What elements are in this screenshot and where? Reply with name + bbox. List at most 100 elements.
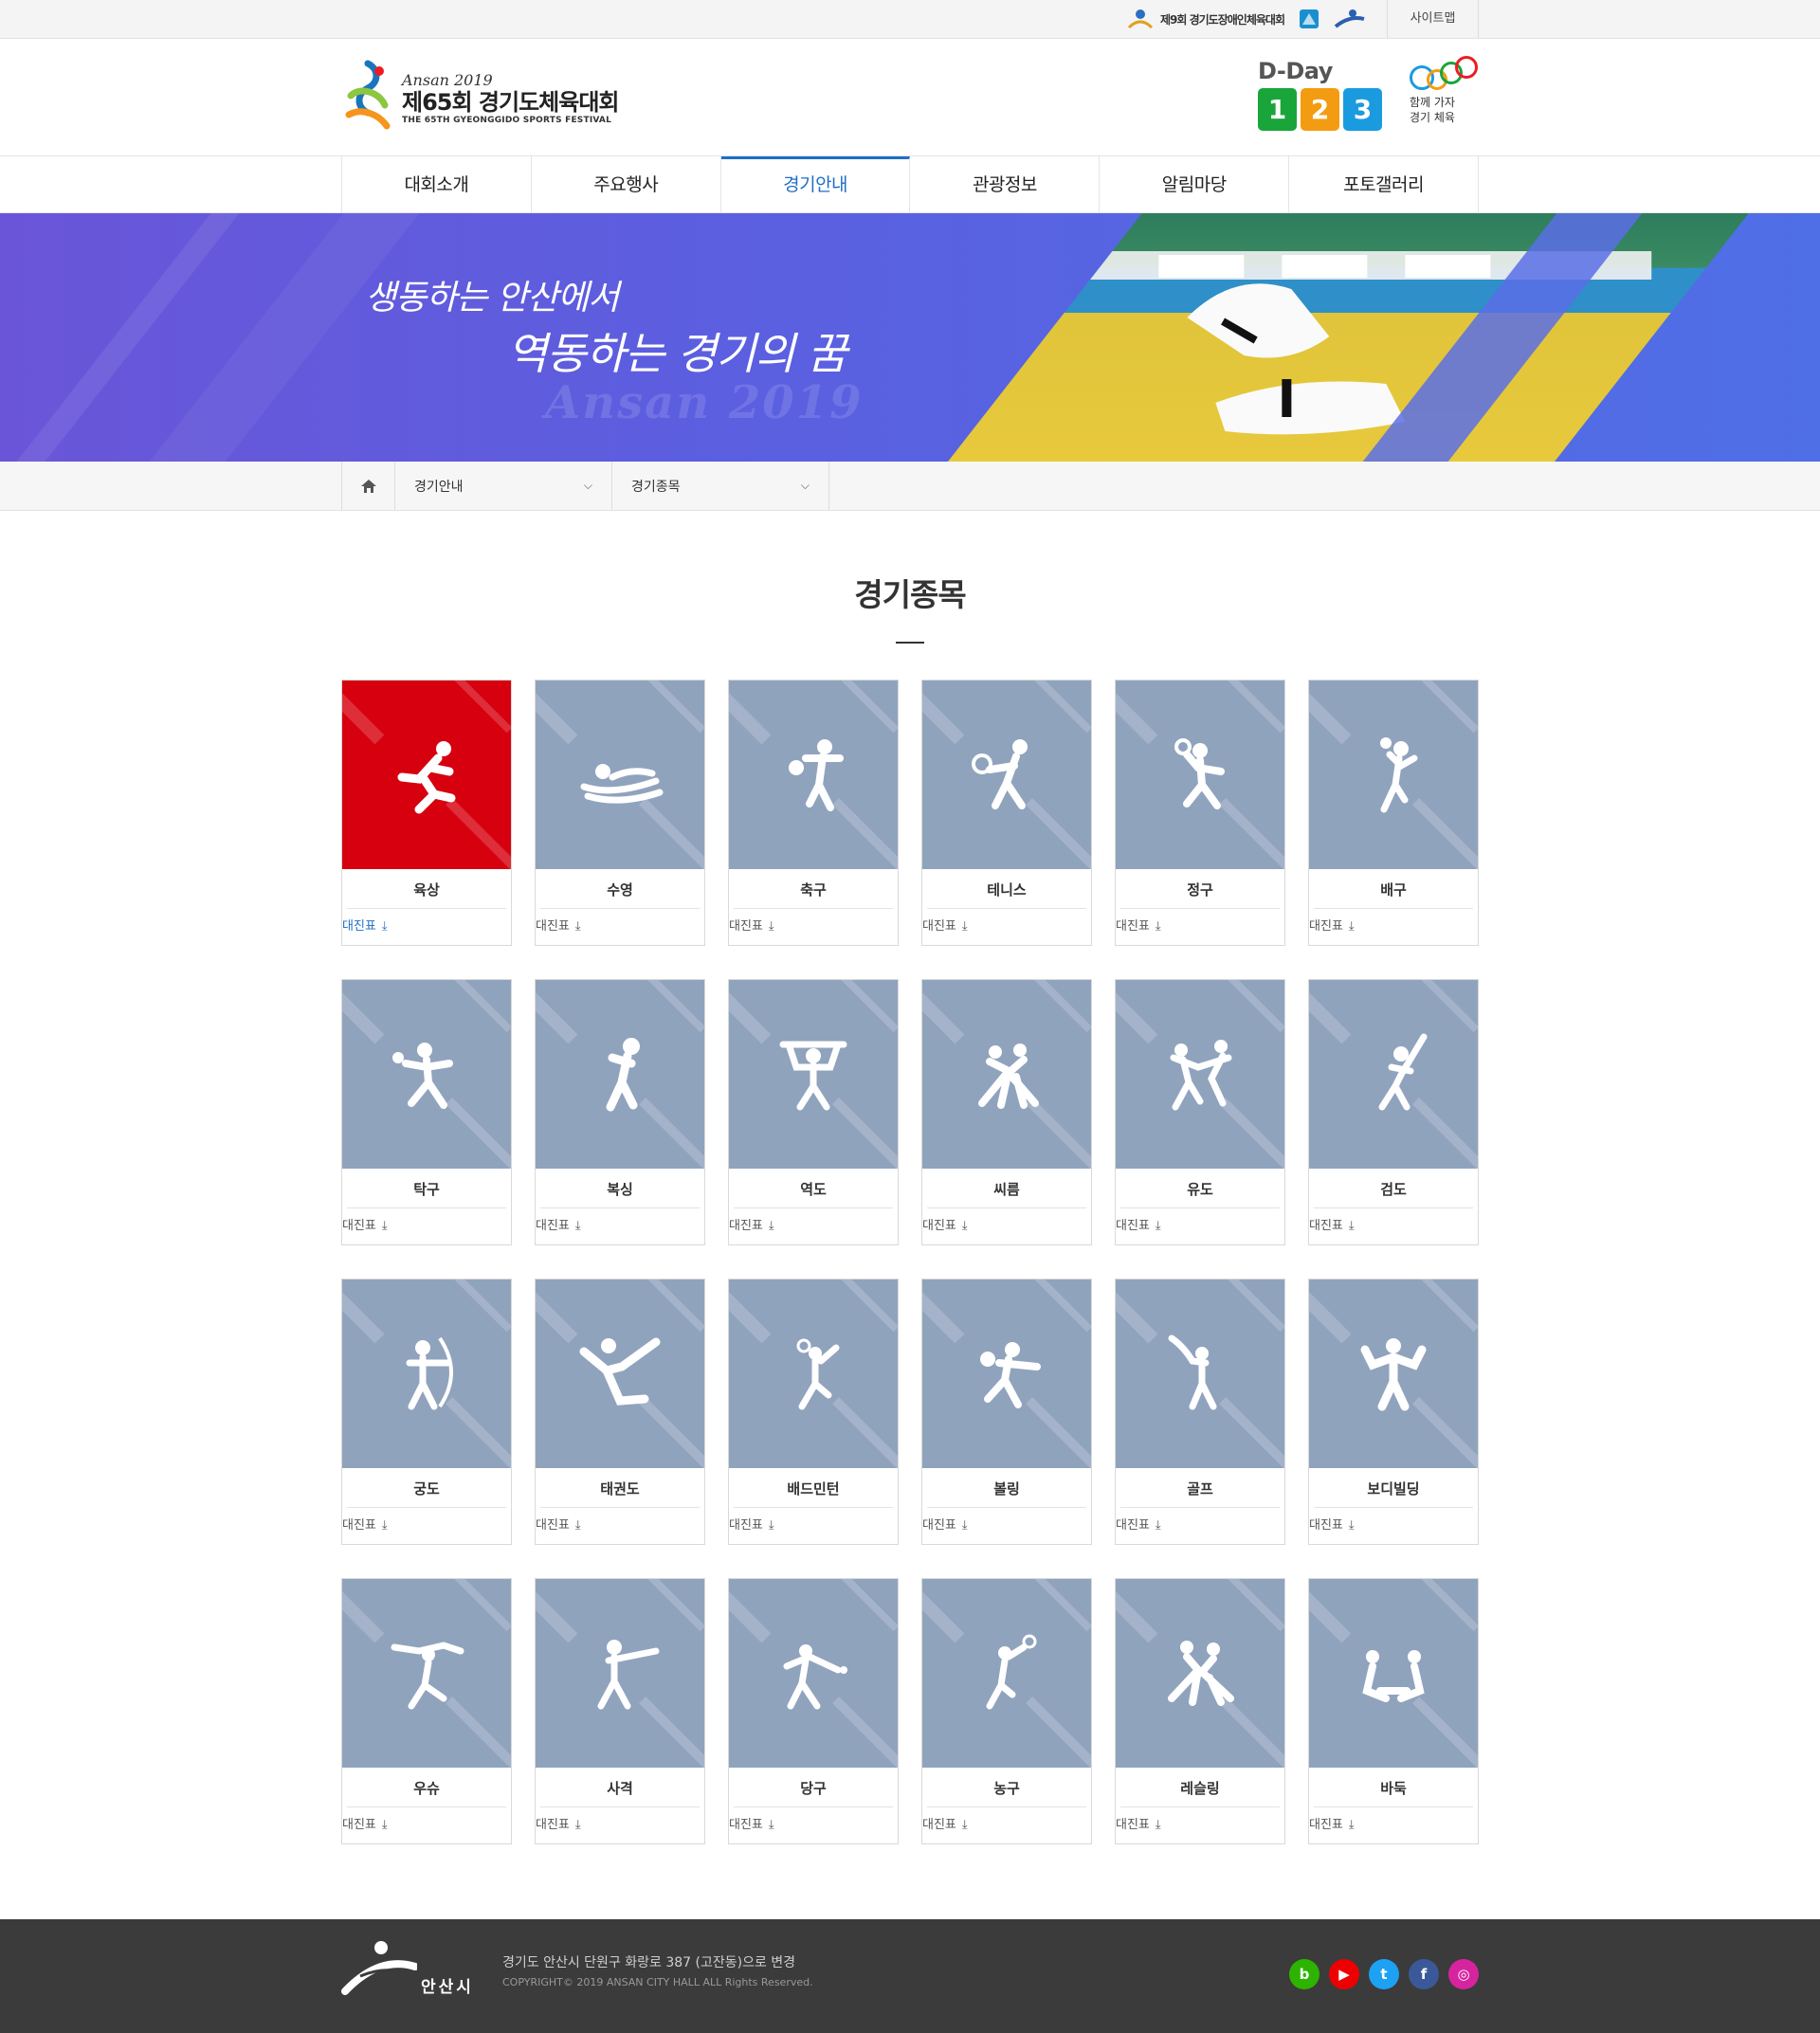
- bracket-download-link[interactable]: 대진표 ⤓: [1309, 1518, 1355, 1533]
- bracket-download-link[interactable]: 대진표 ⤓: [922, 1518, 968, 1533]
- nav-item-about[interactable]: 대회소개: [342, 156, 532, 213]
- sport-pictogram[interactable]: [536, 1280, 704, 1468]
- bracket-download-link[interactable]: 대진표 ⤓: [1309, 919, 1355, 934]
- bracket-download-link[interactable]: 대진표 ⤓: [922, 919, 968, 934]
- sport-card[interactable]: 복싱대진표 ⤓: [535, 979, 705, 1245]
- breadcrumb-select-level1[interactable]: 경기안내 ⌵: [395, 462, 612, 510]
- sport-card[interactable]: 검도 대진표 ⤓: [1308, 979, 1479, 1245]
- bracket-download-link[interactable]: 대진표 ⤓: [729, 1818, 774, 1832]
- sport-pictogram[interactable]: [342, 1579, 511, 1768]
- sport-pictogram[interactable]: [1116, 1280, 1284, 1468]
- download-icon: ⤓: [1155, 1219, 1161, 1233]
- sport-pictogram[interactable]: [1309, 1280, 1478, 1468]
- sport-card[interactable]: 사격 대진표 ⤓: [535, 1578, 705, 1844]
- bracket-download-link[interactable]: 대진표 ⤓: [342, 919, 388, 934]
- bracket-download-link[interactable]: 대진표 ⤓: [1309, 1219, 1355, 1233]
- sport-card[interactable]: 태권도 대진표 ⤓: [535, 1279, 705, 1545]
- sport-card[interactable]: 농구 대진표 ⤓: [921, 1578, 1092, 1844]
- bracket-download-link[interactable]: 대진표 ⤓: [342, 1219, 388, 1233]
- sport-card[interactable]: 정구 대진표 ⤓: [1115, 680, 1285, 946]
- sport-card[interactable]: 골프 대진표 ⤓: [1115, 1279, 1285, 1545]
- bracket-download-link[interactable]: 대진표 ⤓: [922, 1818, 968, 1832]
- sport-pictogram[interactable]: [922, 980, 1091, 1169]
- sport-card[interactable]: 바둑 대진표 ⤓: [1308, 1578, 1479, 1844]
- twitter-icon[interactable]: t: [1369, 1959, 1399, 1989]
- sport-card[interactable]: 보디빌딩 대진표 ⤓: [1308, 1279, 1479, 1545]
- sport-card[interactable]: 배구 대진표 ⤓: [1308, 680, 1479, 946]
- bracket-download-link[interactable]: 대진표 ⤓: [536, 1219, 581, 1233]
- bracket-download-link[interactable]: 대진표 ⤓: [1116, 919, 1161, 934]
- sport-pictogram[interactable]: [729, 681, 898, 869]
- bracket-download-link[interactable]: 대진표 ⤓: [1309, 1818, 1355, 1832]
- bracket-download-link[interactable]: 대진표 ⤓: [729, 1518, 774, 1533]
- nav-item-events[interactable]: 주요행사: [532, 156, 721, 213]
- sport-card[interactable]: 역도 대진표 ⤓: [728, 979, 899, 1245]
- bracket-download-link[interactable]: 대진표 ⤓: [922, 1219, 968, 1233]
- sport-card[interactable]: 궁도 대진표 ⤓: [341, 1279, 512, 1545]
- bracket-download-link[interactable]: 대진표 ⤓: [1116, 1219, 1161, 1233]
- sport-pictogram[interactable]: [342, 1280, 511, 1468]
- sport-card[interactable]: 우슈 대진표 ⤓: [341, 1578, 512, 1844]
- sport-pictogram[interactable]: [1309, 1579, 1478, 1768]
- facebook-icon[interactable]: f: [1409, 1959, 1439, 1989]
- sport-pictogram[interactable]: [1309, 980, 1478, 1169]
- sitemap-link[interactable]: 사이트맵: [1388, 0, 1479, 38]
- blog-icon[interactable]: b: [1289, 1959, 1320, 1989]
- sport-pictogram[interactable]: [1309, 681, 1478, 869]
- sport-card[interactable]: 당구대진표 ⤓: [728, 1578, 899, 1844]
- bracket-download-link[interactable]: 대진표 ⤓: [729, 1219, 774, 1233]
- home-icon[interactable]: [342, 462, 395, 510]
- para-games-logo[interactable]: 제9회 경기도장애인체육대회: [1126, 7, 1285, 31]
- dday-digit: 3: [1343, 88, 1382, 131]
- sport-pictogram[interactable]: [342, 681, 511, 869]
- gyeonggi-logo-icon[interactable]: [1298, 8, 1320, 30]
- sport-card[interactable]: 레슬링 대진표 ⤓: [1115, 1578, 1285, 1844]
- sport-card[interactable]: 축구 대진표 ⤓: [728, 680, 899, 946]
- sport-pictogram[interactable]: [1116, 1579, 1284, 1768]
- sport-pictogram[interactable]: [536, 980, 704, 1169]
- sport-pictogram[interactable]: [922, 1579, 1091, 1768]
- sport-name: 복싱: [540, 1169, 700, 1208]
- sport-pictogram[interactable]: [729, 1280, 898, 1468]
- sport-pictogram[interactable]: [536, 681, 704, 869]
- sport-pictogram[interactable]: [922, 1280, 1091, 1468]
- sport-pictogram[interactable]: [342, 980, 511, 1169]
- sport-card[interactable]: 탁구 대진표 ⤓: [341, 979, 512, 1245]
- sport-name: 당구: [734, 1768, 893, 1807]
- sport-card[interactable]: 육상 대진표 ⤓: [341, 680, 512, 946]
- sport-pictogram[interactable]: [729, 1579, 898, 1768]
- bracket-download-link[interactable]: 대진표 ⤓: [342, 1518, 388, 1533]
- bracket-download-link[interactable]: 대진표 ⤓: [536, 1818, 581, 1832]
- sport-card[interactable]: 수영 대진표 ⤓: [535, 680, 705, 946]
- sport-card[interactable]: 배드민턴 대진표 ⤓: [728, 1279, 899, 1545]
- sport-pictogram[interactable]: [1116, 980, 1284, 1169]
- golf-icon: [1168, 1334, 1217, 1409]
- sport-card[interactable]: 볼링 대진표 ⤓: [921, 1279, 1092, 1545]
- bracket-download-link[interactable]: 대진표 ⤓: [342, 1818, 388, 1832]
- sport-pictogram[interactable]: [922, 681, 1091, 869]
- bracket-download-link[interactable]: 대진표 ⤓: [1116, 1818, 1161, 1832]
- sport-pictogram[interactable]: [536, 1579, 704, 1768]
- sport-card[interactable]: 유도 대진표 ⤓: [1115, 979, 1285, 1245]
- sport-pictogram[interactable]: [1116, 681, 1284, 869]
- sport-card[interactable]: 테니스 대진표 ⤓: [921, 680, 1092, 946]
- breadcrumb-select-level2[interactable]: 경기종목 ⌵: [612, 462, 829, 510]
- ansan-city-logo-icon[interactable]: [1334, 8, 1366, 30]
- download-icon: ⤓: [1348, 1818, 1355, 1832]
- sport-pictogram[interactable]: [729, 980, 898, 1169]
- youtube-icon[interactable]: ▶: [1329, 1959, 1359, 1989]
- sport-card[interactable]: 씨름 대진표 ⤓: [921, 979, 1092, 1245]
- bracket-download-link[interactable]: 대진표 ⤓: [729, 919, 774, 934]
- bracket-download-link[interactable]: 대진표 ⤓: [536, 919, 581, 934]
- nav-item-competition[interactable]: 경기안내: [720, 156, 911, 213]
- nav-item-gallery[interactable]: 포토갤러리: [1289, 156, 1479, 213]
- nav-item-notice[interactable]: 알림마당: [1100, 156, 1290, 213]
- download-icon: ⤓: [768, 919, 774, 934]
- bracket-download-link[interactable]: 대진표 ⤓: [1116, 1518, 1161, 1533]
- download-icon: ⤓: [574, 1518, 581, 1533]
- instagram-icon[interactable]: ◎: [1448, 1959, 1479, 1989]
- banner-slogan-line2: 역동하는 경기의 꿈: [507, 328, 847, 379]
- bracket-download-link[interactable]: 대진표 ⤓: [536, 1518, 581, 1533]
- festival-logo[interactable]: Ansan 2019 제65회 경기도체육대회 THE 65TH GYEONGG…: [341, 58, 619, 137]
- nav-item-tourism[interactable]: 관광정보: [910, 156, 1101, 213]
